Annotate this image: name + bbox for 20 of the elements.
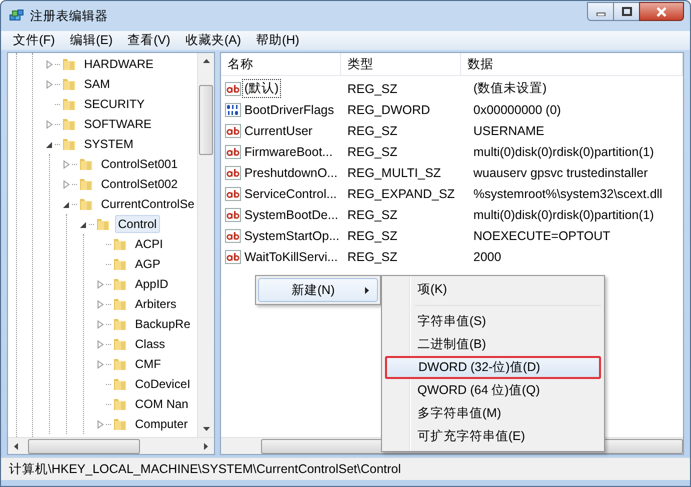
value-type: REG_DWORD: [346, 102, 432, 116]
value-type: REG_SZ: [346, 124, 398, 138]
value-data: NOEXECUTE=OPTOUT: [472, 228, 612, 242]
value-type: REG_EXPAND_SZ: [346, 186, 456, 200]
value-data: multi(0)disk(0)rdisk(0)partition(1): [472, 144, 655, 158]
window-title: 注册表编辑器: [30, 8, 108, 24]
value-data: 0x00000000 (0): [472, 102, 562, 116]
value-data: wuauserv gpsvc trustedinstaller: [472, 166, 649, 180]
value-type: REG_SZ: [346, 228, 398, 242]
value-data: (数值未设置): [472, 80, 548, 97]
value-type: REG_SZ: [346, 82, 398, 96]
value-data: %systemroot%\system32\scext.dll: [472, 186, 664, 200]
value-type: REG_SZ: [346, 250, 398, 264]
value-data: USERNAME: [472, 124, 546, 138]
value-data: 2000: [472, 250, 502, 264]
value-type: REG_MULTI_SZ: [346, 166, 442, 180]
value-data: multi(0)disk(0)rdisk(0)partition(1): [472, 208, 655, 222]
value-type: REG_SZ: [346, 208, 398, 222]
value-type: REG_SZ: [346, 144, 398, 158]
status-path: 计算机\HKEY_LOCAL_MACHINE\SYSTEM\CurrentControlSet\Control: [9, 460, 401, 478]
